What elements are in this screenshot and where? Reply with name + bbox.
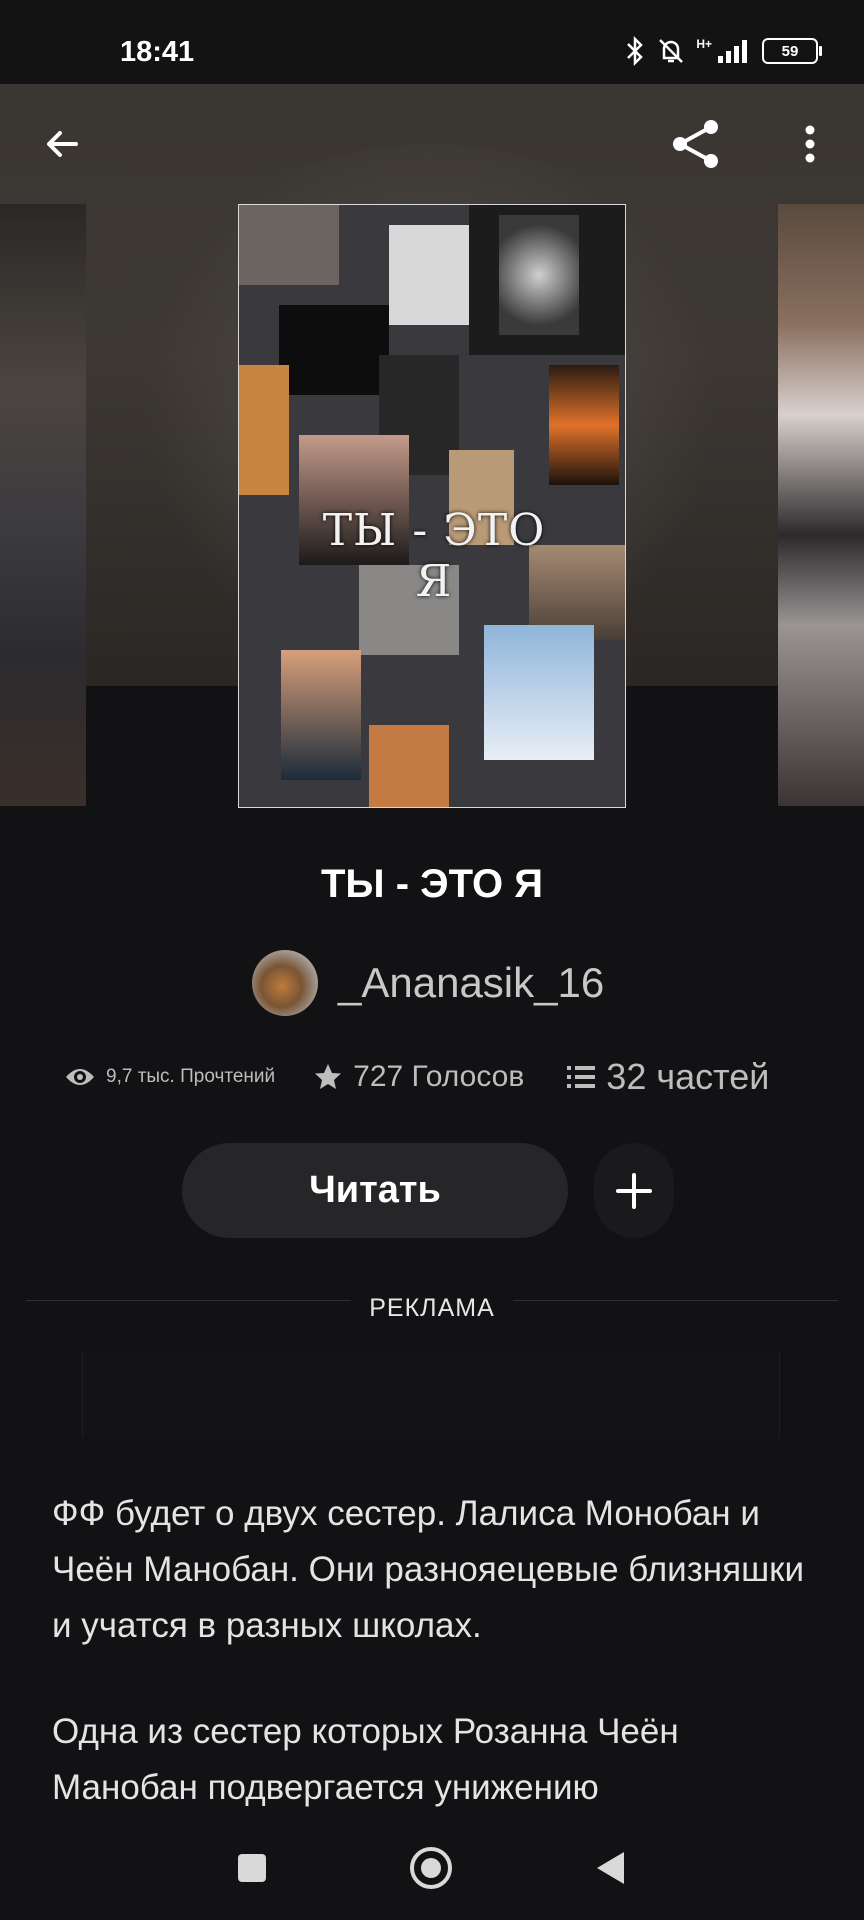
- description-paragraph: Одна из сестер которых Розанна Чеён Мано…: [52, 1712, 679, 1807]
- signal-icon: [718, 40, 747, 63]
- story-stats: 9,7 тыс. Прочтений 727 Голосов 32 частей: [64, 1056, 804, 1098]
- bluetooth-icon: [627, 36, 644, 66]
- votes-count: 727 Голосов: [353, 1060, 525, 1093]
- cover-image-tile: [484, 625, 594, 760]
- arrow-left-icon: [47, 131, 78, 157]
- network-type-label: H+: [696, 37, 712, 51]
- cover-image-tile: [279, 305, 389, 395]
- add-to-library-button[interactable]: [594, 1143, 674, 1238]
- author-name[interactable]: _Ananasik_16: [338, 959, 604, 1007]
- cover-image-tile: [499, 215, 579, 335]
- votes-stat: 727 Голосов: [313, 1060, 524, 1094]
- star-icon: [315, 1064, 342, 1089]
- more-options-button[interactable]: [778, 112, 842, 176]
- share-button[interactable]: [664, 112, 728, 176]
- author-link[interactable]: _Ananasik_16: [252, 950, 604, 1016]
- system-nav-bar: [0, 1816, 864, 1920]
- reads-stat: 9,7 тыс. Прочтений: [64, 1065, 275, 1089]
- eye-icon: [66, 1069, 94, 1085]
- parts-stat: 32 частей: [566, 1056, 769, 1098]
- battery-icon: 59: [762, 38, 822, 64]
- cover-title-art: ТЫ - ЭТО Я: [322, 505, 546, 607]
- cover-image-tile: [549, 365, 619, 485]
- description-paragraph: ФФ будет о двух сестер. Лалиса Монобан и…: [52, 1494, 805, 1645]
- more-vert-icon: [805, 125, 815, 163]
- story-description: ФФ будет о двух сестер. Лалиса Монобан и…: [52, 1486, 812, 1866]
- ad-slot[interactable]: [82, 1352, 780, 1438]
- share-icon: [673, 120, 718, 168]
- list-icon: [567, 1066, 596, 1088]
- story-cover: ТЫ - ЭТО Я: [238, 204, 626, 808]
- status-bar: 18:41 H+ 59: [0, 0, 864, 84]
- circle-home-icon[interactable]: [408, 1845, 454, 1891]
- bell-off-icon: [659, 39, 684, 63]
- parts-count: 32 частей: [606, 1056, 770, 1097]
- cover-image-tile: [239, 205, 339, 285]
- cover-image-tile: [369, 725, 449, 807]
- read-button[interactable]: Читать: [182, 1143, 568, 1238]
- triangle-back-icon[interactable]: [594, 1849, 628, 1887]
- ad-label-row: РЕКЛАМА: [0, 1294, 864, 1323]
- square-icon[interactable]: [236, 1852, 268, 1884]
- back-button[interactable]: [30, 112, 94, 176]
- reads-count: 9,7 тыс. Прочтений: [106, 1066, 276, 1087]
- cover-image-tile: [239, 365, 289, 495]
- story-title: ТЫ - ЭТО Я: [320, 862, 543, 906]
- next-story-cover[interactable]: [778, 204, 864, 806]
- status-time: 18:41: [120, 36, 195, 68]
- status-icons: H+ 59: [624, 36, 822, 66]
- battery-level: 59: [781, 42, 799, 60]
- plus-icon: [616, 1172, 652, 1209]
- ad-label: РЕКЛАМА: [351, 1294, 513, 1322]
- author-avatar[interactable]: [252, 950, 318, 1016]
- prev-story-cover[interactable]: [0, 204, 86, 806]
- cover-image-tile: [281, 650, 361, 780]
